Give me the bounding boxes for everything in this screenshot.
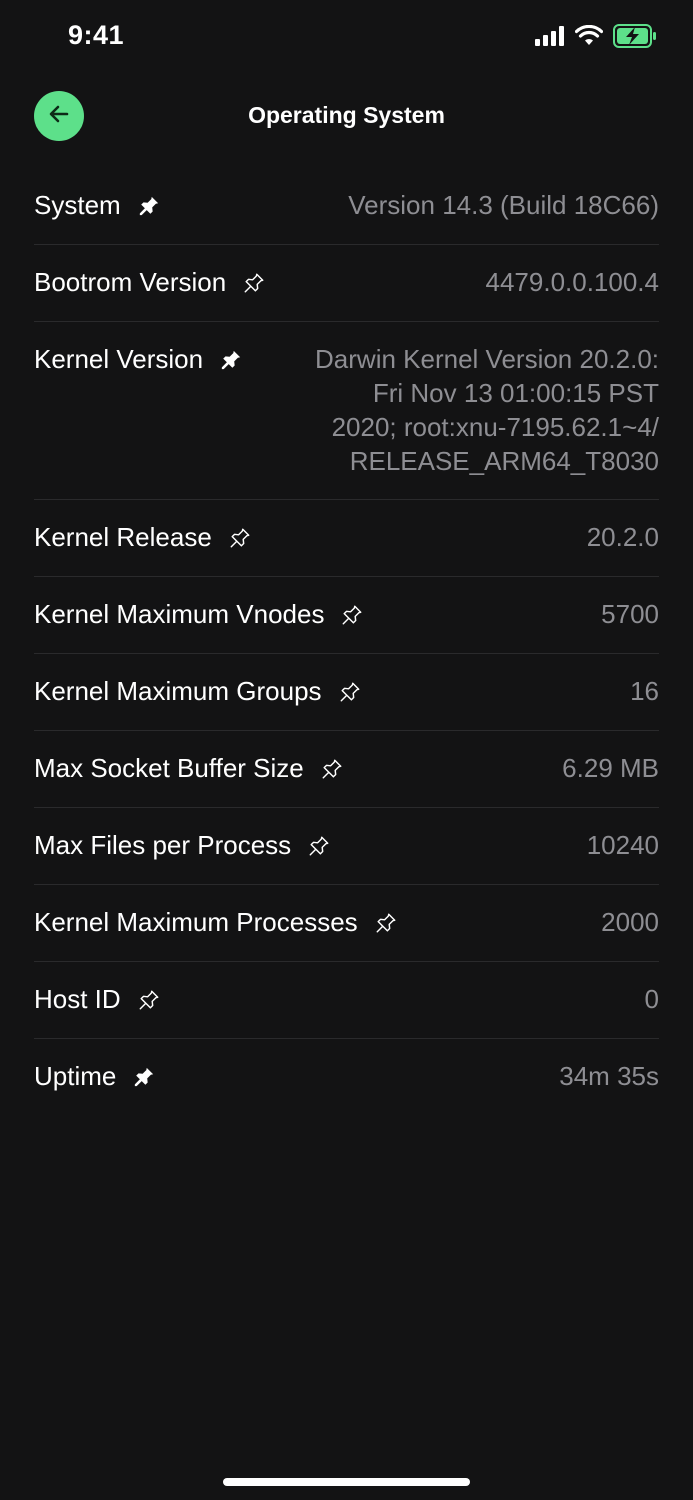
- pin-filled-icon[interactable]: [132, 1065, 156, 1089]
- pin-outline-icon[interactable]: [338, 680, 362, 704]
- row-value: Darwin Kernel Version 20.2.0: Fri Nov 13…: [315, 344, 659, 476]
- row-value: 20.2.0: [586, 522, 659, 552]
- row-value: 10240: [586, 830, 659, 860]
- row-label: Kernel Version: [34, 344, 204, 374]
- pin-filled-icon[interactable]: [137, 194, 161, 218]
- info-row[interactable]: Bootrom Version 4479.0.0.100.4: [34, 245, 659, 322]
- row-value: 16: [630, 676, 659, 706]
- wifi-icon: [574, 24, 604, 51]
- row-label: Bootrom Version: [34, 267, 227, 297]
- row-label: System: [34, 190, 121, 220]
- info-row[interactable]: Kernel Maximum Groups 16: [34, 654, 659, 731]
- row-label: Max Socket Buffer Size: [34, 753, 304, 783]
- info-row[interactable]: Kernel Maximum Processes 2000: [34, 885, 659, 962]
- row-label-group: Max Files per Process: [34, 828, 331, 863]
- row-label-group: Kernel Version: [34, 342, 243, 377]
- status-bar: 9:41: [0, 0, 693, 80]
- pin-outline-icon[interactable]: [242, 271, 266, 295]
- row-value: 4479.0.0.100.4: [485, 267, 660, 297]
- info-list: System Version 14.3 (Build 18C66) Bootrom …: [34, 168, 659, 1115]
- info-row[interactable]: Kernel Release 20.2.0: [34, 500, 659, 577]
- page-title: Operating System: [248, 102, 445, 128]
- row-value: 5700: [601, 599, 659, 629]
- row-value: 0: [644, 984, 659, 1014]
- row-value: 2000: [601, 907, 659, 937]
- pin-outline-icon[interactable]: [320, 757, 344, 781]
- home-indicator[interactable]: [223, 1478, 470, 1486]
- header: Operating System: [0, 88, 693, 144]
- row-label: Max Files per Process: [34, 830, 292, 860]
- row-label: Kernel Maximum Processes: [34, 907, 358, 937]
- pin-outline-icon[interactable]: [307, 834, 331, 858]
- row-label-group: Uptime: [34, 1059, 156, 1094]
- row-label-group: Kernel Release: [34, 520, 252, 555]
- cellular-signal-icon: [535, 25, 565, 51]
- row-label-group: Bootrom Version: [34, 265, 266, 300]
- row-label-group: Kernel Maximum Vnodes: [34, 597, 364, 632]
- info-row[interactable]: Uptime 34m 35s: [34, 1039, 659, 1115]
- row-label: Host ID: [34, 984, 121, 1014]
- row-label: Uptime: [34, 1061, 117, 1091]
- battery-charging-icon: [613, 23, 657, 53]
- row-value: 6.29 MB: [562, 753, 659, 783]
- info-row[interactable]: Host ID 0: [34, 962, 659, 1039]
- row-value: 34m 35s: [559, 1061, 659, 1091]
- row-label: Kernel Release: [34, 522, 212, 552]
- status-icons: [535, 23, 657, 53]
- info-row[interactable]: Max Socket Buffer Size 6.29 MB: [34, 731, 659, 808]
- info-row[interactable]: Kernel Version Darwin Kernel Version 20.2…: [34, 322, 659, 500]
- row-value: Version 14.3 (Build 18C66): [348, 190, 659, 220]
- info-row[interactable]: Kernel Maximum Vnodes 5700: [34, 577, 659, 654]
- pin-filled-icon[interactable]: [219, 348, 243, 372]
- status-time: 9:41: [68, 20, 125, 50]
- row-label-group: Kernel Maximum Groups: [34, 674, 362, 709]
- info-row[interactable]: Max Files per Process 10240: [34, 808, 659, 885]
- row-label-group: Kernel Maximum Processes: [34, 905, 398, 940]
- row-label-group: System: [34, 188, 161, 223]
- row-label: Kernel Maximum Vnodes: [34, 599, 325, 629]
- pin-outline-icon[interactable]: [137, 988, 161, 1012]
- pin-outline-icon[interactable]: [228, 526, 252, 550]
- info-row[interactable]: System Version 14.3 (Build 18C66): [34, 168, 659, 245]
- row-label-group: Host ID: [34, 982, 161, 1017]
- pin-outline-icon[interactable]: [374, 911, 398, 935]
- row-label-group: Max Socket Buffer Size: [34, 751, 344, 786]
- pin-outline-icon[interactable]: [340, 603, 364, 627]
- row-label: Kernel Maximum Groups: [34, 676, 322, 706]
